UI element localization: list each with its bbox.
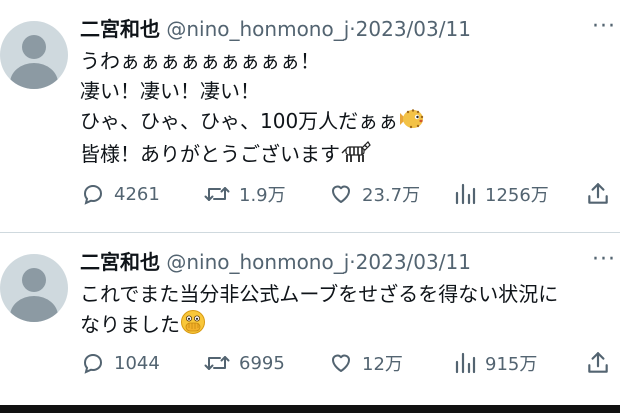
retweet-button[interactable]: 1.9万 <box>203 179 286 209</box>
share-button[interactable] <box>585 179 611 209</box>
more-icon[interactable]: ··· <box>592 16 616 38</box>
like-icon <box>332 185 350 203</box>
views-icon <box>455 183 476 205</box>
like-button[interactable]: 12万 <box>328 348 403 378</box>
action-bar: 4261 1.9万 23.7万 1256万 <box>80 179 612 209</box>
like-icon <box>332 354 350 372</box>
like-button[interactable]: 23.7万 <box>328 179 420 209</box>
tweet[interactable]: 二宮和也 @nino_honmono_j·2023/03/11 ··· これでま… <box>0 233 620 405</box>
reply-count: 4261 <box>114 183 160 205</box>
tweet-text: これでまた当分非公式ムーブをせざるを得ない状況に なりました <box>80 279 610 343</box>
tweet-line: 凄い！凄い！凄い！ <box>80 79 260 103</box>
view-count: 915万 <box>485 354 538 375</box>
tweet-line: うわぁぁぁぁぁぁぁぁぁ！ <box>80 49 320 73</box>
tweet-date[interactable]: 2023/03/11 <box>356 250 471 274</box>
tweet-line-text: ひゃ、ひゃ、ひゃ、100万人だぁぁ <box>80 109 399 133</box>
author-name[interactable]: 二宮和也 <box>80 17 160 41</box>
views-icon <box>455 352 476 374</box>
tweet-line-text: なりました <box>80 312 180 337</box>
view-count: 1256万 <box>485 185 549 206</box>
avatar-head-shape <box>22 268 46 292</box>
tweet-line: ひゃ、ひゃ、ひゃ、100万人だぁぁ <box>80 106 610 139</box>
retweet-icon <box>204 187 230 201</box>
tweet[interactable]: 二宮和也 @nino_honmono_j·2023/03/11 ··· うわぁぁ… <box>0 0 620 232</box>
tweet-date[interactable]: 2023/03/11 <box>356 17 471 41</box>
reply-icon <box>83 184 103 205</box>
views-button[interactable]: 915万 <box>453 348 537 378</box>
reply-count: 1044 <box>114 352 160 374</box>
reply-button[interactable]: 4261 <box>80 179 160 209</box>
views-button[interactable]: 1256万 <box>453 179 549 209</box>
face-with-open-eyes-and-hand-over-mouth-emoji <box>180 309 206 343</box>
like-count: 12万 <box>362 354 403 375</box>
avatar[interactable] <box>0 254 68 322</box>
like-count: 23.7万 <box>362 185 421 206</box>
tweet-text: うわぁぁぁぁぁぁぁぁぁ！ 凄い！凄い！凄い！ ひゃ、ひゃ、ひゃ、100万人だぁぁ… <box>80 46 610 171</box>
share-icon <box>588 352 608 373</box>
retweet-count: 1.9万 <box>239 185 286 206</box>
tweet-line: なりました <box>80 309 610 343</box>
share-icon <box>588 183 608 204</box>
tweet-line: これでまた当分非公式ムーブをせざるを得ない状況に <box>80 282 559 306</box>
avatar-body-shape <box>10 63 58 89</box>
bottom-edge-bar <box>0 405 620 413</box>
avatar-head-shape <box>22 35 46 59</box>
zebra-emoji <box>340 139 372 171</box>
avatar[interactable] <box>0 21 68 89</box>
author-handle[interactable]: @nino_honmono_j <box>166 17 349 41</box>
more-icon[interactable]: ··· <box>592 249 616 271</box>
reply-button[interactable]: 1044 <box>80 348 160 378</box>
reply-icon <box>83 353 103 374</box>
blowfish-emoji <box>398 107 426 139</box>
tweet-header: 二宮和也 @nino_honmono_j·2023/03/11 <box>80 16 471 42</box>
share-button[interactable] <box>585 348 611 378</box>
action-bar: 1044 6995 12万 915万 <box>80 348 612 378</box>
retweet-count: 6995 <box>239 352 285 374</box>
retweet-button[interactable]: 6995 <box>203 348 285 378</box>
tweet-line-text: 皆様！ありがとうございます <box>80 141 340 166</box>
author-handle[interactable]: @nino_honmono_j <box>166 250 349 274</box>
avatar-body-shape <box>10 296 58 322</box>
tweet-header: 二宮和也 @nino_honmono_j·2023/03/11 <box>80 249 471 275</box>
author-name[interactable]: 二宮和也 <box>80 250 160 274</box>
tweet-line: 皆様！ありがとうございます <box>80 139 610 172</box>
retweet-icon <box>204 356 230 370</box>
